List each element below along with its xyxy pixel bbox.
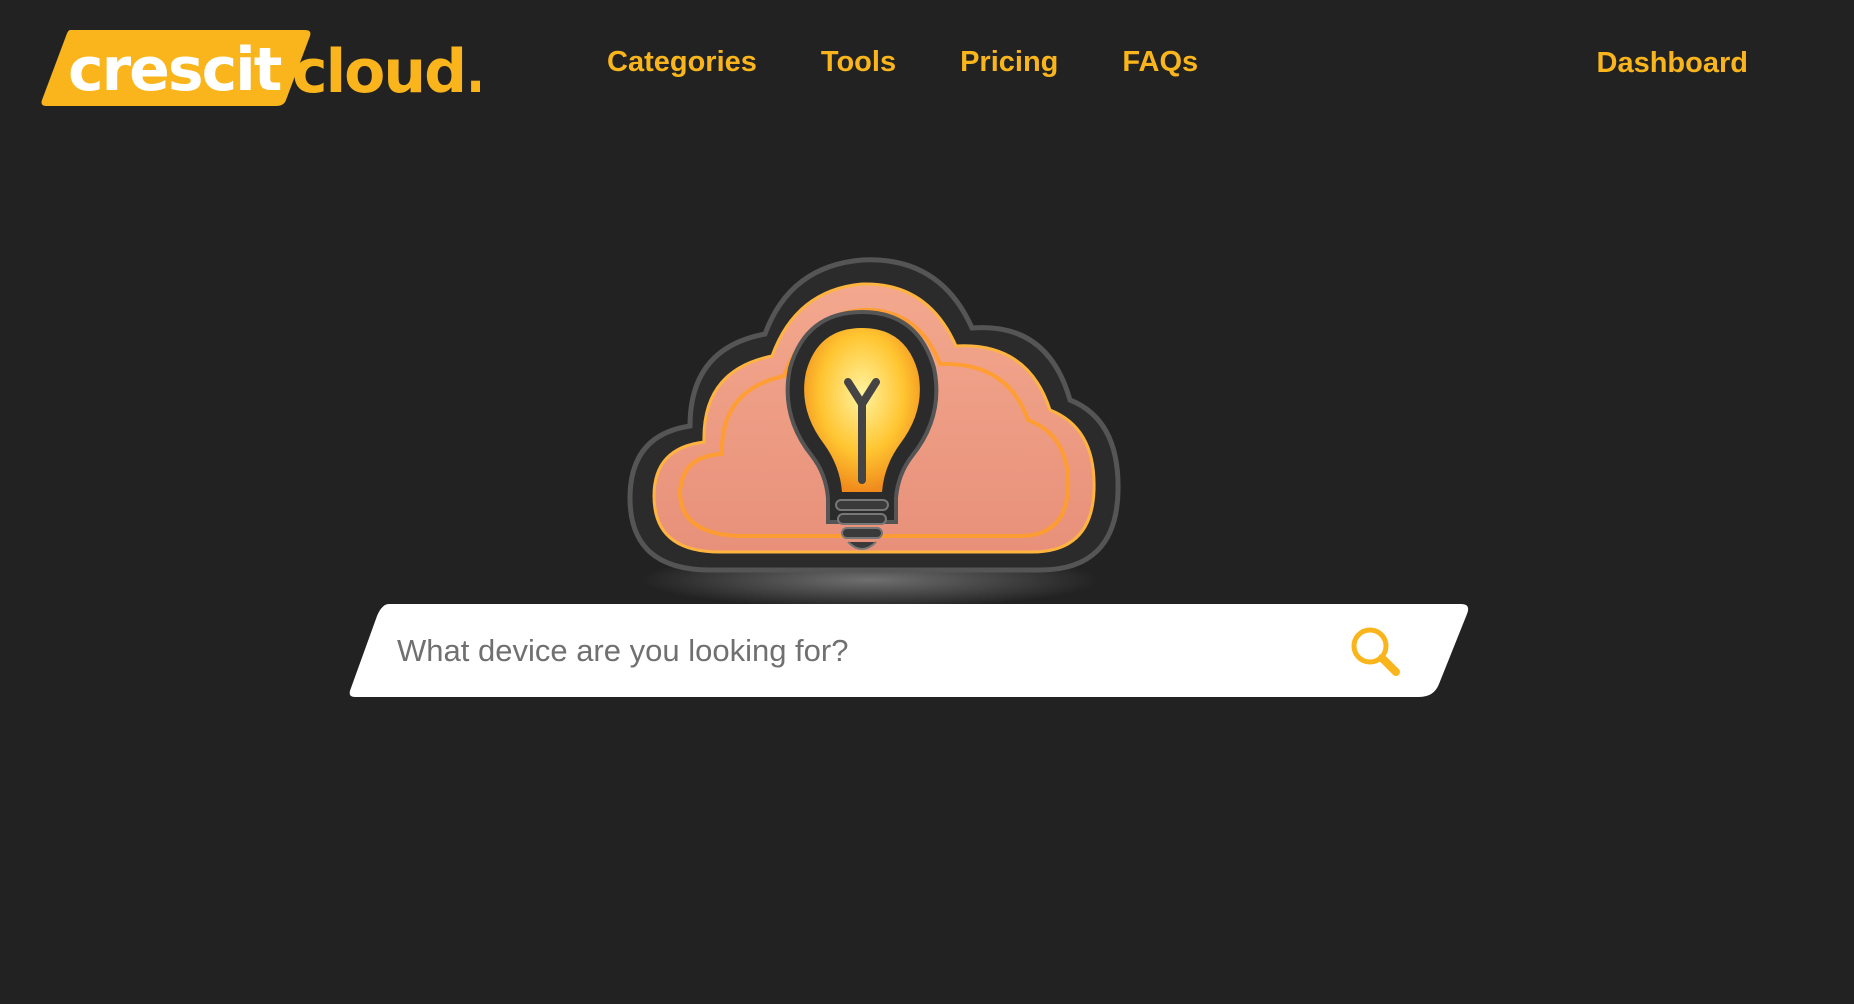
page: crescit cloud. Categories Tools Pricing … <box>0 0 1854 1004</box>
svg-text:crescit: crescit <box>68 35 282 105</box>
main-nav: Categories Tools Pricing FAQs <box>607 40 1198 84</box>
search-icon <box>1351 627 1400 676</box>
hero-illustration <box>600 230 1140 610</box>
search-bar <box>349 604 1471 697</box>
cloud-lightbulb-icon <box>627 257 1121 608</box>
search-button[interactable] <box>1348 624 1404 680</box>
nav-tools[interactable]: Tools <box>821 40 896 84</box>
nav-pricing[interactable]: Pricing <box>960 40 1058 84</box>
nav-categories[interactable]: Categories <box>607 40 757 84</box>
svg-text:cloud.: cloud. <box>292 37 480 107</box>
logo-link[interactable]: crescit cloud. <box>40 28 480 108</box>
dashboard-link[interactable]: Dashboard <box>1597 41 1748 85</box>
logo-icon: crescit cloud. <box>41 30 480 107</box>
search-input[interactable] <box>395 622 1279 680</box>
nav-faqs[interactable]: FAQs <box>1122 40 1198 84</box>
